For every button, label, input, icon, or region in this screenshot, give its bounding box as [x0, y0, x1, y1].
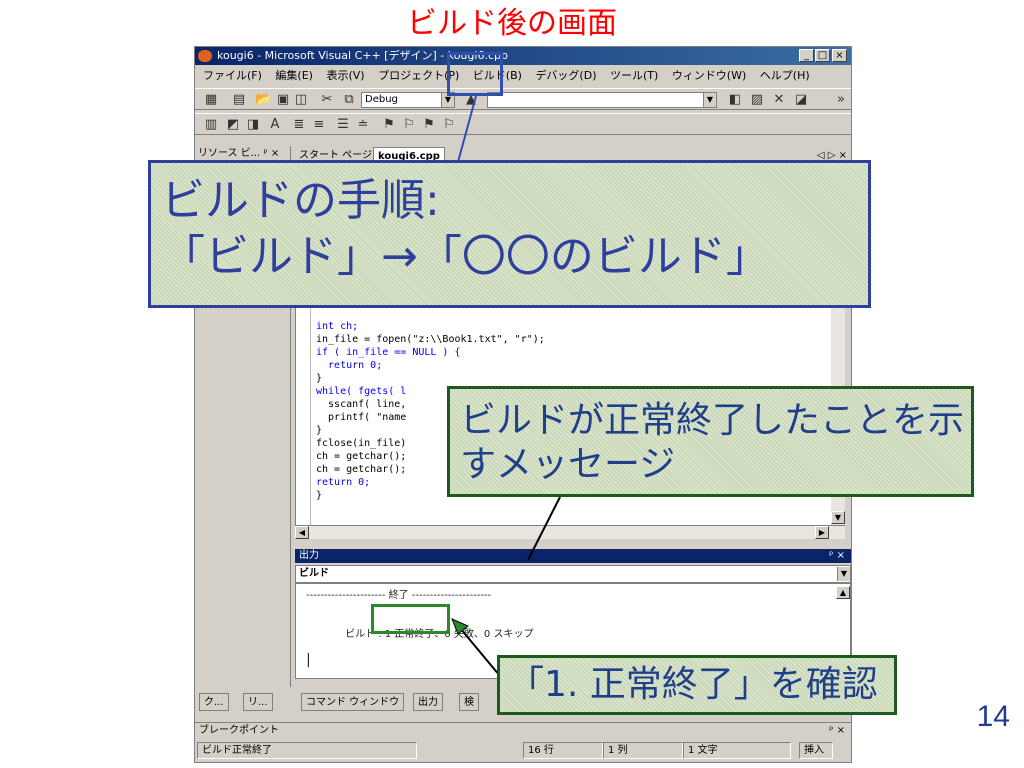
build-steps-line2: 「ビルド」→「〇〇のビルド」	[161, 231, 770, 282]
success-message-callout: ビルドが正常終了したことを示 すメッセージ	[447, 386, 974, 497]
build-steps-callout: ビルドの手順: 「ビルド」→「〇〇のビルド」	[148, 160, 871, 308]
callout-pointers	[451, 95, 561, 689]
success-message-line2: すメッセージ	[460, 444, 676, 485]
page-number: 14	[976, 700, 1010, 733]
message-pointer	[527, 496, 561, 561]
confirm-success-callout: 「1. 正常終了」を確認	[497, 655, 897, 715]
check-arrow-head	[451, 618, 469, 635]
success-message-line1: ビルドが正常終了したことを示	[460, 400, 965, 441]
build-steps-line1: ビルドの手順:	[161, 175, 440, 226]
build-menu-pointer	[457, 95, 477, 163]
